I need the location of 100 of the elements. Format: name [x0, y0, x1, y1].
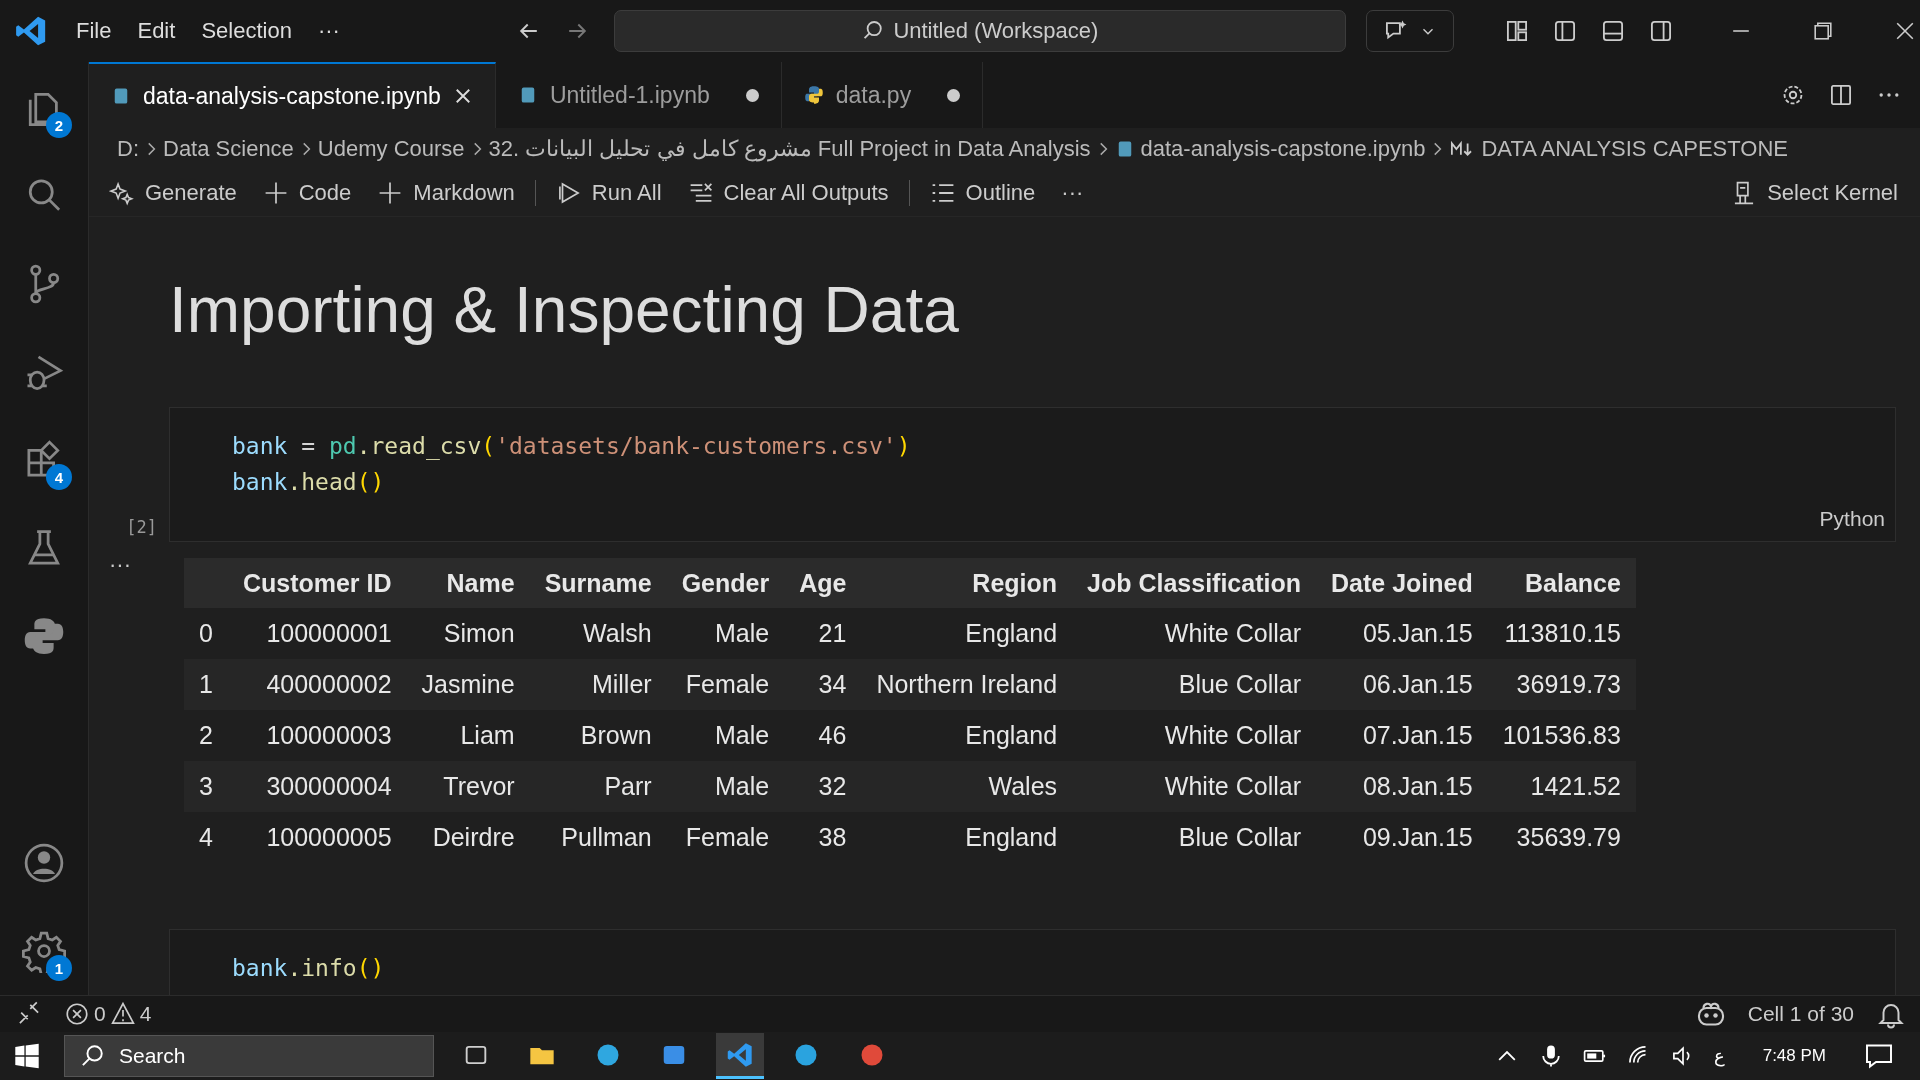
table-cell: Pullman	[529, 812, 667, 863]
toolbar-button[interactable]: Markdown	[377, 180, 515, 206]
table-cell: Trevor	[406, 761, 530, 812]
table-cell: 400000002	[227, 659, 407, 710]
table-cell: Liam	[406, 710, 530, 761]
table-cell: 05.Jan.15	[1316, 608, 1488, 659]
table-cell: Female	[666, 659, 785, 710]
column-header: Date Joined	[1316, 558, 1488, 608]
breadcrumb-item[interactable]: Udemy Course	[317, 136, 465, 162]
input-language[interactable]: ع	[1713, 1045, 1725, 1067]
toolbar-button[interactable]: Generate	[109, 180, 237, 206]
editor-tab[interactable]: data.py	[781, 62, 984, 128]
column-header: Gender	[666, 558, 785, 608]
table-cell: 21	[784, 608, 862, 659]
cell-position[interactable]: Cell 1 of 30	[1747, 1002, 1854, 1026]
split-editor-icon[interactable]	[1828, 82, 1854, 108]
column-header: Name	[406, 558, 530, 608]
editor-tab[interactable]: Untitled-1.ipynb	[495, 62, 782, 128]
table-cell: Female	[666, 812, 785, 863]
table-cell: 46	[784, 710, 862, 761]
breadcrumb-item[interactable]: DATA ANALYSIS CAPESTONE	[1481, 136, 1788, 162]
table-cell: 32	[784, 761, 862, 812]
taskbar-search-field[interactable]: Search	[64, 1035, 434, 1077]
breadcrumb-item[interactable]: 32. مشروع كامل في تحليل البيانات Full Project in Data Analysis	[488, 136, 1091, 162]
table-cell: Blue Collar	[1072, 812, 1316, 863]
code-cell[interactable]: bank = pd.read_csv('datasets/bank-customers.csv') bank.head() Python	[169, 407, 1896, 542]
table-cell: Brown	[529, 710, 667, 761]
menu-item[interactable]: Edit	[137, 18, 176, 44]
column-header: Age	[784, 558, 862, 608]
table-cell: 3	[184, 761, 228, 812]
table-cell: Parr	[529, 761, 667, 812]
error-icon	[64, 1001, 90, 1027]
table-cell: 100000001	[227, 608, 407, 659]
clock[interactable]: 7:48 PM	[1762, 1046, 1826, 1066]
table-cell: 07.Jan.15	[1316, 710, 1488, 761]
menu-item[interactable]: File	[76, 18, 112, 44]
table-cell: England	[861, 812, 1073, 863]
execution-count: [2]	[126, 517, 157, 537]
code-cell[interactable]: bank.info()	[169, 929, 1896, 995]
table-cell: 4	[184, 812, 228, 863]
code-line: bank.info()	[232, 954, 386, 983]
editor-tab[interactable]: data-analysis-capstone.ipynb	[89, 62, 496, 128]
account-icon[interactable]	[22, 841, 66, 885]
problems-indicator[interactable]: 0 4	[64, 1001, 152, 1027]
count-badge: 2	[46, 112, 72, 138]
table-cell: 35639.79	[1487, 812, 1636, 863]
markdown-heading: Importing & Inspecting Data	[169, 273, 960, 347]
vscode-logo-icon	[14, 14, 48, 48]
toolbar-button[interactable]: Clear All Outputs	[687, 180, 889, 206]
count-badge: 1	[46, 955, 72, 981]
breadcrumb-item[interactable]: D:	[117, 136, 139, 162]
table-cell: Simon	[406, 608, 530, 659]
table-cell: Jasmine	[406, 659, 530, 710]
windows-start-icon[interactable]	[14, 1043, 40, 1069]
table-cell: 113810.15	[1487, 608, 1636, 659]
menu-item[interactable]: Selection	[201, 18, 292, 44]
sparkle-icon	[109, 180, 135, 206]
table-cell: 06.Jan.15	[1316, 659, 1488, 710]
table-cell: Northern Ireland	[861, 659, 1073, 710]
column-header: Surname	[529, 558, 667, 608]
table-cell: 09.Jan.15	[1316, 812, 1488, 863]
table-cell: White Collar	[1072, 608, 1316, 659]
column-header: Customer ID	[227, 558, 407, 608]
table-cell: Miller	[529, 659, 667, 710]
python-file-icon	[803, 85, 824, 105]
search-icon	[79, 1043, 105, 1069]
command-center-search[interactable]: Untitled (Workspace)	[613, 10, 1346, 52]
breadcrumb-item[interactable]: Data Science	[163, 136, 294, 162]
toolbar-button[interactable]: ···	[1061, 180, 1084, 206]
column-header: Region	[861, 558, 1073, 608]
table-cell: 36919.73	[1487, 659, 1636, 710]
toolbar-button[interactable]: Code	[262, 180, 352, 206]
table-cell: 1421.52	[1487, 761, 1636, 812]
table-cell: 08.Jan.15	[1316, 761, 1488, 812]
table-cell: 100000003	[227, 710, 407, 761]
breadcrumb-item[interactable]: data-analysis-capstone.ipynb	[1140, 136, 1426, 162]
toolbar-button[interactable]: Run All	[555, 180, 662, 206]
code-line: bank = pd.read_csv('datasets/bank-customers.csv')	[232, 432, 912, 462]
warning-icon	[109, 1001, 136, 1027]
table-cell: 2	[184, 710, 228, 761]
column-header: Balance	[1487, 558, 1636, 608]
chat-button[interactable]	[1365, 10, 1454, 52]
table-cell: 38	[784, 812, 862, 863]
table-cell: 101536.83	[1487, 710, 1636, 761]
table-cell: Deirdre	[406, 812, 530, 863]
column-header: Job Classification	[1072, 558, 1316, 608]
table-cell: 300000004	[227, 761, 407, 812]
table-cell: Male	[666, 608, 785, 659]
table-cell: Walsh	[529, 608, 667, 659]
table-cell: 0	[184, 608, 228, 659]
output-menu[interactable]: ···	[109, 552, 131, 578]
select-kernel-button[interactable]: Select Kernel	[1731, 180, 1898, 206]
vscode-app-icon[interactable]	[716, 1033, 764, 1079]
cell-language[interactable]: Python	[1819, 501, 1885, 537]
toolbar-button[interactable]: Outline	[929, 180, 1036, 206]
table-cell: Blue Collar	[1072, 659, 1316, 710]
code-line: bank.head()	[232, 468, 386, 497]
table-cell: 34	[784, 659, 862, 710]
menu-item[interactable]: ···	[317, 18, 340, 44]
table-cell: Male	[666, 710, 785, 761]
